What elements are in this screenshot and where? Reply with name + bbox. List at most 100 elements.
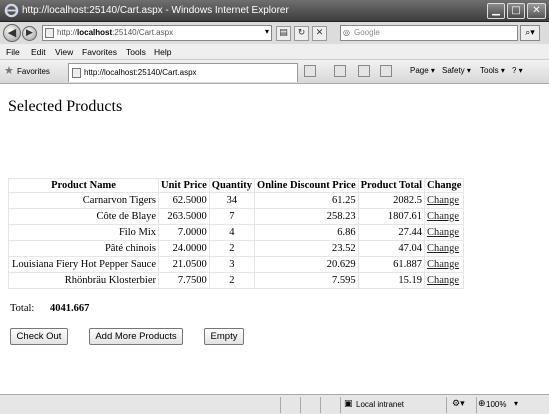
unit-price: 21.0500 — [158, 256, 210, 273]
product-name: Louisiana Fiery Hot Pepper Sauce — [8, 256, 159, 273]
unit-price: 263.5000 — [158, 208, 210, 225]
url-prefix: http:// — [57, 28, 78, 37]
empty-button[interactable]: Empty — [204, 328, 244, 345]
table-row: Louisiana Fiery Hot Pepper Sauce 21.0500… — [8, 256, 465, 273]
check-out-button[interactable]: Check Out — [10, 328, 68, 345]
status-divider — [446, 397, 447, 413]
favorites-button[interactable]: ★ Favorites — [4, 65, 50, 79]
zoom-dropdown-icon[interactable]: ▾ — [514, 399, 518, 408]
search-placeholder: Google — [354, 28, 380, 37]
status-divider — [476, 397, 477, 413]
quantity: 34 — [208, 192, 256, 209]
minimize-button[interactable]: ▁ — [487, 3, 505, 19]
discount-price: 6.86 — [254, 224, 359, 241]
address-bar[interactable]: http://localhost:25140/Cart.aspx — [42, 25, 272, 41]
address-dropdown-icon[interactable]: ▾ — [262, 27, 272, 39]
column-header: Change — [423, 178, 465, 193]
mail-icon[interactable] — [358, 65, 370, 77]
url-path: :25140/Cart.aspx — [112, 28, 174, 37]
discount-price: 23.52 — [254, 240, 359, 257]
total-label: Total: — [10, 303, 35, 314]
product-total: 47.04 — [357, 240, 425, 257]
change-link[interactable]: Change — [427, 195, 459, 206]
menu-tools[interactable]: Tools — [126, 47, 146, 57]
page-content: Selected Products Product Name Unit Pric… — [0, 84, 549, 394]
product-total: 15.19 — [357, 272, 425, 289]
window-titlebar: http://localhost:25140/Cart.aspx - Windo… — [0, 0, 549, 22]
total-value: 4041.667 — [50, 303, 90, 314]
tab-title: http://localhost:25140/Cart.aspx — [84, 68, 197, 77]
discount-price: 7.595 — [254, 272, 359, 289]
security-zone: Local intranet — [356, 400, 405, 409]
table-row: Filo Mix 7.0000 4 6.86 27.44 Change — [8, 224, 465, 241]
product-name: Rhönbräu Klosterbier — [8, 272, 159, 289]
table-row: Carnarvon Tigers 62.5000 34 61.25 2082.5… — [8, 192, 465, 209]
stop-icon[interactable]: ✕ — [312, 26, 327, 41]
menu-favorites[interactable]: Favorites — [82, 47, 117, 57]
search-input[interactable]: ◎ Google — [340, 25, 518, 41]
home-icon[interactable] — [304, 65, 316, 77]
product-name: Filo Mix — [8, 224, 159, 241]
unit-price: 62.5000 — [158, 192, 210, 209]
table-row: Pâté chinois 24.0000 2 23.52 47.04 Chang… — [8, 240, 465, 257]
url-host: localhost — [77, 28, 113, 37]
change-link[interactable]: Change — [427, 259, 459, 270]
table-row: Côte de Blaye 263.5000 7 258.23 1807.61 … — [8, 208, 465, 225]
column-header: Product Name — [8, 178, 159, 193]
change-link[interactable]: Change — [427, 275, 459, 286]
quantity: 2 — [208, 240, 256, 257]
product-total: 27.44 — [357, 224, 425, 241]
star-icon: ★ — [4, 65, 14, 77]
zoom-icon: ⊕ — [478, 399, 486, 409]
status-bar: ▣ Local intranet ⚙▾ ⊕ 100% ▾ — [0, 394, 549, 414]
column-header: Unit Price — [158, 178, 210, 193]
add-more-products-button[interactable]: Add More Products — [89, 328, 183, 345]
change-link[interactable]: Change — [427, 227, 459, 238]
page-menu[interactable]: Page ▾ — [410, 66, 435, 75]
compatibility-view-icon[interactable]: ▤ — [276, 26, 291, 41]
menu-bar: File Edit View Favorites Tools Help — [0, 44, 549, 60]
forward-button[interactable]: ▶ — [22, 26, 37, 41]
back-button[interactable]: ◀ — [3, 24, 21, 42]
maximize-button[interactable]: □ — [507, 3, 525, 19]
product-name: Carnarvon Tigers — [8, 192, 159, 209]
column-header: Product Total — [357, 178, 425, 193]
menu-edit[interactable]: Edit — [31, 47, 46, 57]
status-divider — [340, 397, 341, 413]
quantity: 7 — [208, 208, 256, 225]
table-row: Rhönbräu Klosterbier 7.7500 2 7.595 15.1… — [8, 272, 465, 289]
refresh-icon[interactable]: ↻ — [294, 26, 309, 41]
quantity: 2 — [208, 272, 256, 289]
page-icon — [72, 68, 81, 78]
menu-help[interactable]: Help — [154, 47, 171, 57]
quantity: 4 — [208, 224, 256, 241]
product-total: 1807.61 — [357, 208, 425, 225]
change-link[interactable]: Change — [427, 211, 459, 222]
column-header: Quantity — [208, 178, 256, 193]
product-total: 61.887 — [357, 256, 425, 273]
help-menu[interactable]: ? ▾ — [512, 66, 523, 75]
quantity: 3 — [208, 256, 256, 273]
close-window-button[interactable]: ✕ — [527, 3, 546, 19]
product-total: 2082.5 — [357, 192, 425, 209]
unit-price: 7.0000 — [158, 224, 210, 241]
zoom-level[interactable]: 100% — [486, 400, 506, 409]
search-button[interactable]: ⌕▾ — [520, 25, 540, 41]
feeds-icon[interactable] — [334, 65, 346, 77]
google-search-icon: ◎ — [343, 28, 350, 37]
protected-mode-icon[interactable]: ⚙▾ — [452, 399, 465, 409]
page-title: Selected Products — [8, 98, 123, 115]
favorites-bar: ★ Favorites http://localhost:25140/Cart.… — [0, 60, 549, 84]
tab-cart[interactable]: http://localhost:25140/Cart.aspx — [68, 63, 298, 82]
tools-menu[interactable]: Tools ▾ — [480, 66, 505, 75]
unit-price: 24.0000 — [158, 240, 210, 257]
status-divider — [320, 397, 321, 413]
discount-price: 20.629 — [254, 256, 359, 273]
unit-price: 7.7500 — [158, 272, 210, 289]
menu-file[interactable]: File — [6, 47, 20, 57]
menu-view[interactable]: View — [55, 47, 73, 57]
print-icon[interactable] — [380, 65, 392, 77]
change-link[interactable]: Change — [427, 243, 459, 254]
window-title: http://localhost:25140/Cart.aspx - Windo… — [22, 5, 289, 16]
safety-menu[interactable]: Safety ▾ — [442, 66, 471, 75]
